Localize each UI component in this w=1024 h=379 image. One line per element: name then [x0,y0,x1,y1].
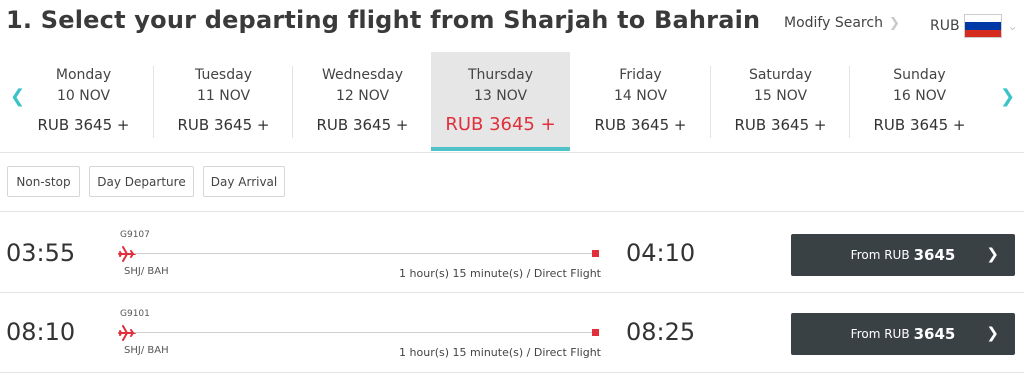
day-name: Saturday [748,67,813,83]
date-tab-sunday[interactable]: Sunday 16 NOV RUB 3645 + [849,66,989,138]
modify-search-link[interactable]: Modify Search ❯ [784,15,900,31]
route-label: SHJ/ BAH [124,345,169,356]
flight-number: G9101 [120,309,150,319]
day-date: 10 NOV [56,88,111,104]
fare-prefix: From RUB [850,327,910,341]
select-fare-button[interactable]: From RUB 3645 ❯ [791,313,1015,355]
divider [0,372,1024,373]
date-tab-friday[interactable]: Friday 14 NOV RUB 3645 + [571,52,710,150]
day-name: Tuesday [195,67,252,83]
divider [0,152,1024,153]
route-label: SHJ/ BAH [124,266,169,277]
date-tab-tuesday[interactable]: Tuesday 11 NOV RUB 3645 + [153,66,293,138]
select-fare-button[interactable]: From RUB 3645 ❯ [791,234,1015,276]
day-price: RUB 3645 + [177,116,270,134]
filter-day-departure[interactable]: Day Departure [89,166,194,197]
day-date: 11 NOV [196,88,251,104]
flight-number: G9107 [120,230,150,240]
arrival-time: 08:25 [626,318,696,346]
day-name: Sunday [893,67,946,83]
flight-row: 03:55 G9107 SHJ/ BAH 1 hour(s) 15 minute… [0,214,1024,292]
chevron-right-icon: ❯ [888,15,900,31]
filter-non-stop[interactable]: Non-stop [7,166,80,197]
chevron-right-icon: ❯ [986,324,999,342]
fare-prefix: From RUB [850,248,910,262]
filter-label: Day Arrival [210,174,278,189]
russia-flag-icon [963,14,1002,38]
fare-amount: 3645 [913,325,956,343]
day-price: RUB 3645 + [594,116,687,134]
duration-label: 1 hour(s) 15 minute(s) / Direct Flight [399,267,601,280]
day-date: 15 NOV [753,88,808,104]
day-price: RUB 3645 + [316,116,409,134]
flight-path-line [134,253,594,254]
chevron-right-icon: ❯ [986,245,999,263]
departure-time: 03:55 [6,239,76,267]
filter-label: Non-stop [16,174,71,189]
day-name: Friday [619,67,662,83]
day-name: Thursday [467,67,534,83]
duration-label: 1 hour(s) 15 minute(s) / Direct Flight [399,346,601,359]
date-tab-monday[interactable]: Monday 10 NOV RUB 3645 + [14,52,153,150]
date-tab-saturday[interactable]: Saturday 15 NOV RUB 3645 + [710,66,850,138]
currency-label: RUB [930,18,960,34]
date-tab-wednesday[interactable]: Wednesday 12 NOV RUB 3645 + [292,66,432,138]
day-name: Monday [55,67,112,83]
day-price: RUB 3645 + [37,116,130,134]
flight-path-line [134,332,594,333]
day-price: RUB 3645 + [873,116,966,134]
date-selector: Monday 10 NOV RUB 3645 + Tuesday 11 NOV … [14,52,1010,151]
chevron-down-icon: ⌄ [1007,19,1018,33]
destination-marker [592,329,599,336]
plane-icon [118,246,136,262]
flight-row: 08:10 G9101 SHJ/ BAH 1 hour(s) 15 minute… [0,293,1024,371]
day-name: Wednesday [321,67,404,83]
divider [0,211,1024,212]
day-price: RUB 3645 + [445,114,556,135]
day-date: 14 NOV [613,88,668,104]
arrival-time: 04:10 [626,239,696,267]
plane-icon [118,325,136,341]
page-title: 1. Select your departing flight from Sha… [6,6,761,34]
modify-search-label: Modify Search [784,15,883,31]
departure-time: 08:10 [6,318,76,346]
day-date: 13 NOV [473,88,528,104]
destination-marker [592,250,599,257]
date-tab-thursday[interactable]: Thursday 13 NOV RUB 3645 + [431,52,570,151]
filter-day-arrival[interactable]: Day Arrival [203,166,285,197]
day-date: 16 NOV [892,88,947,104]
day-price: RUB 3645 + [734,116,827,134]
filter-label: Day Departure [97,174,186,189]
day-date: 12 NOV [335,88,390,104]
fare-amount: 3645 [913,246,956,264]
currency-selector[interactable]: RUB ⌄ [930,14,1018,38]
